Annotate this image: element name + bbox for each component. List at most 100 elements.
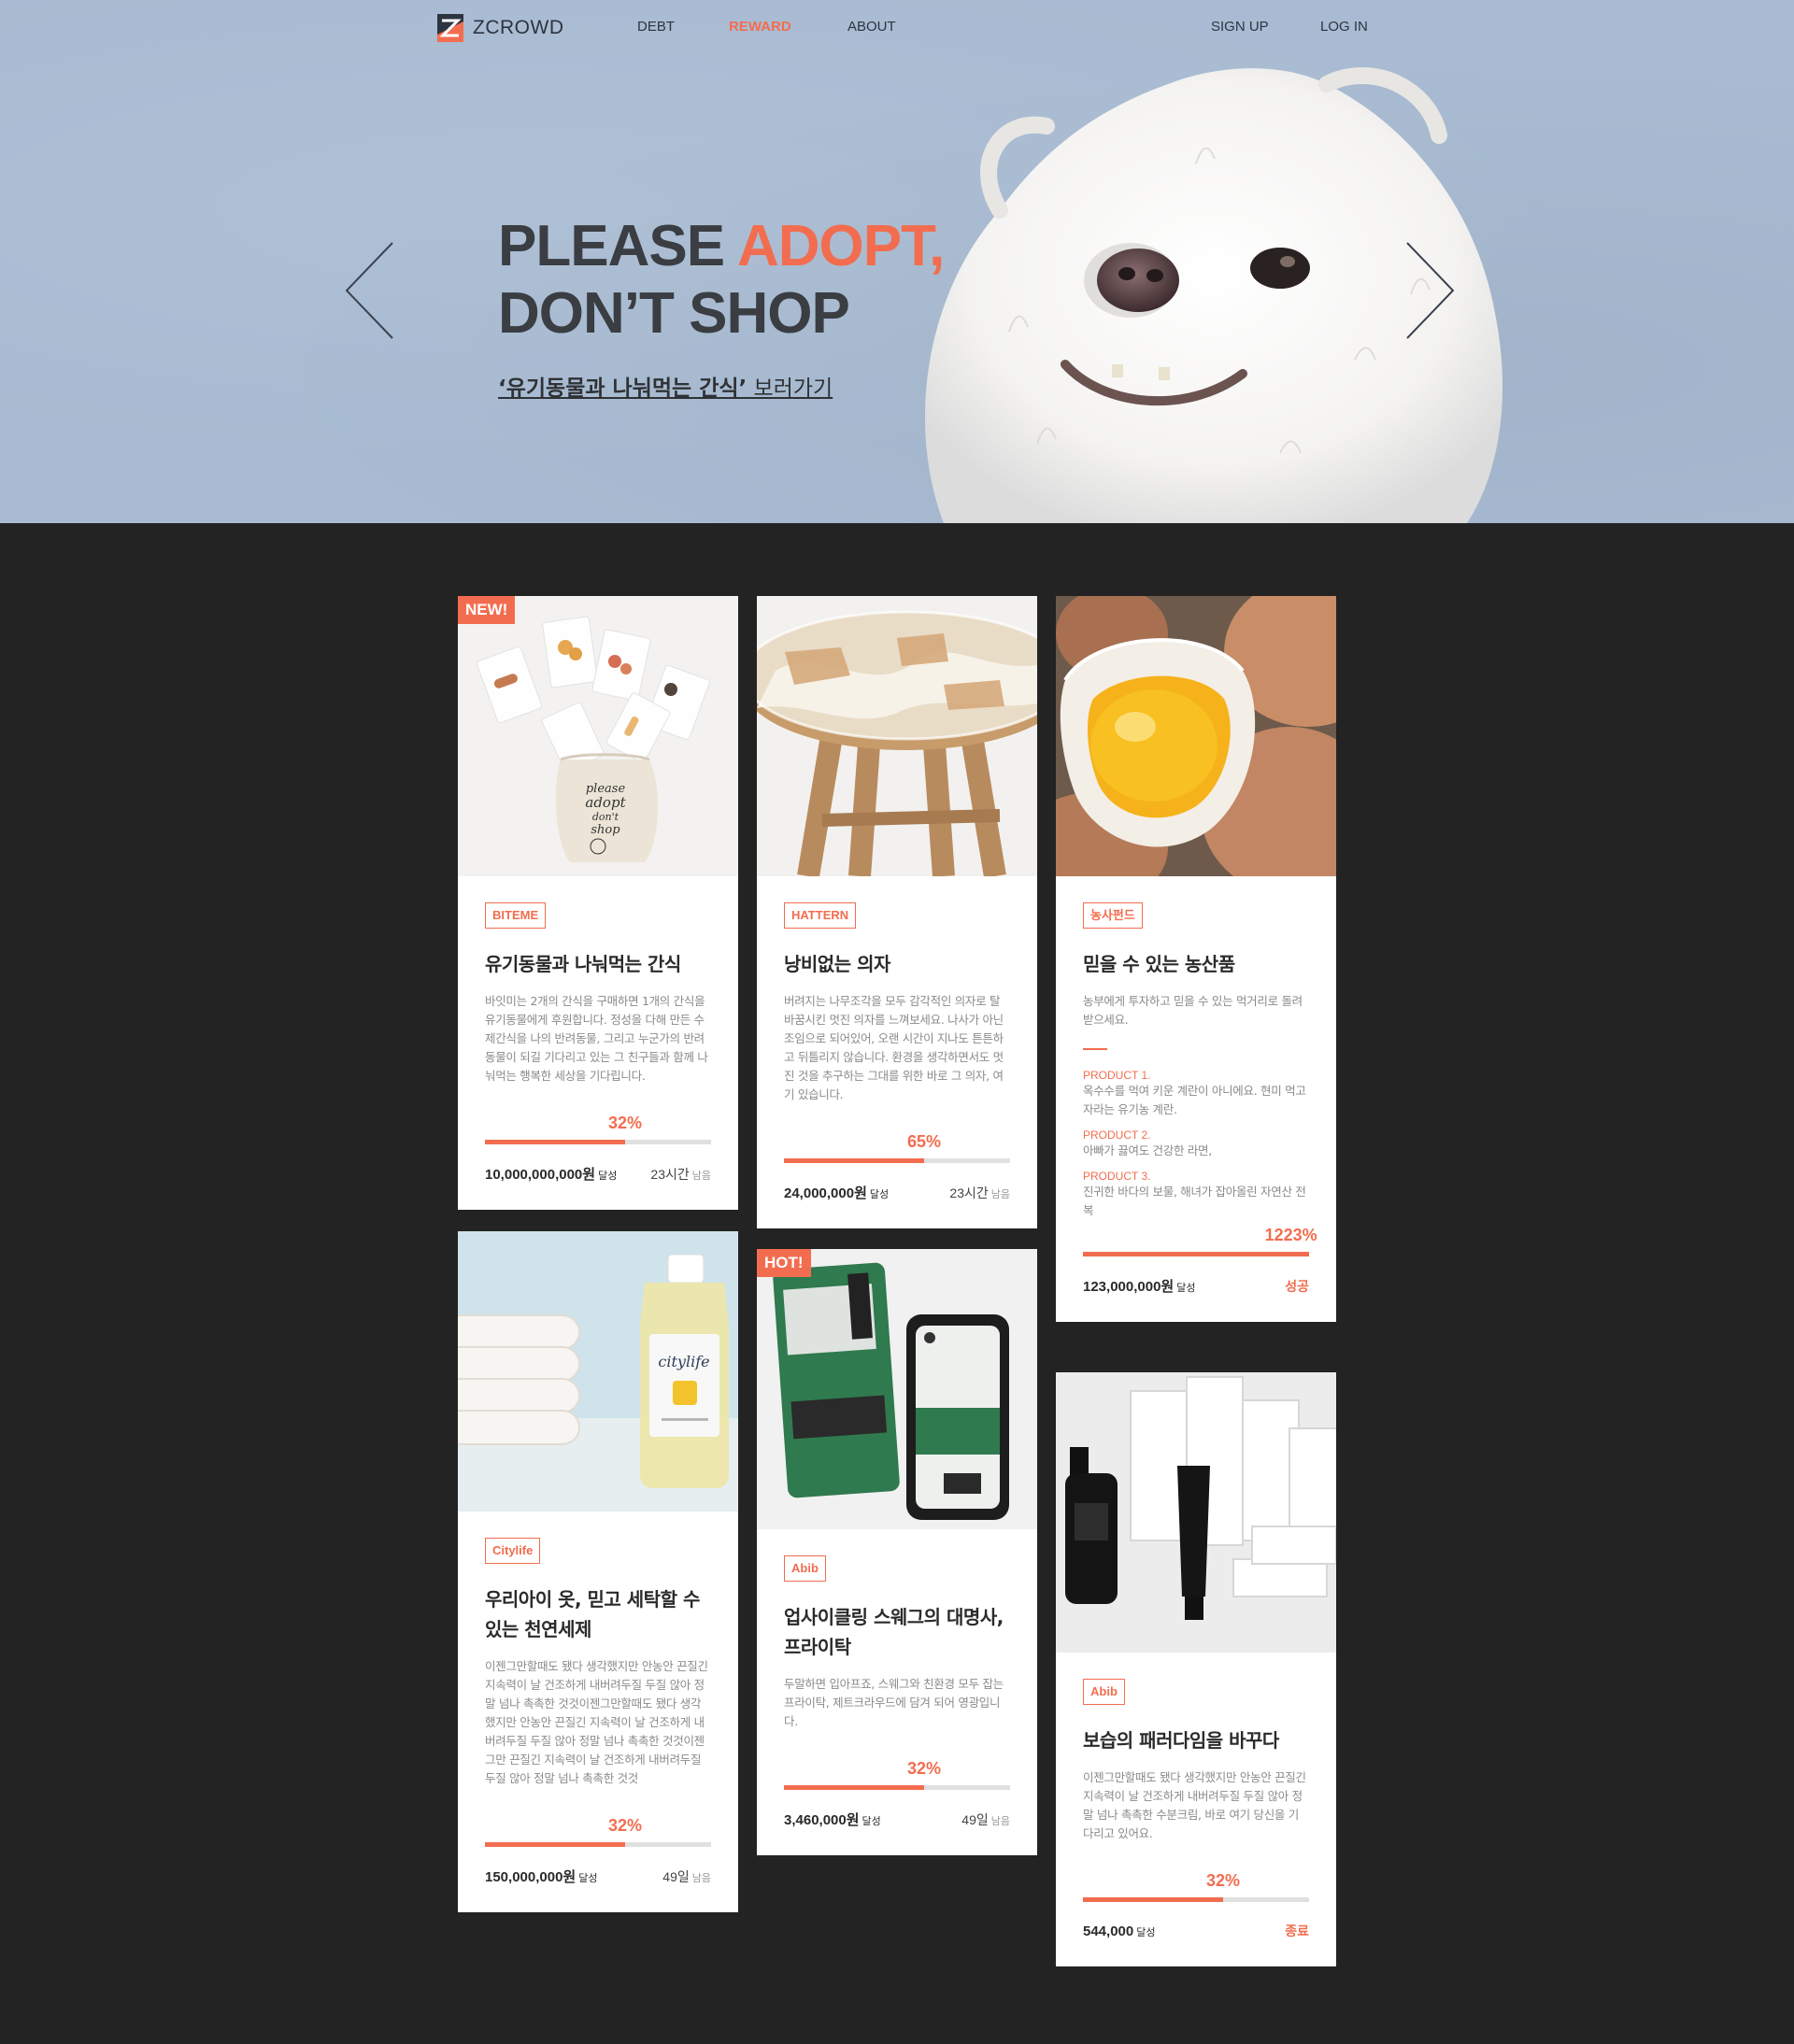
card-description: 바잇미는 2개의 간식을 구매하면 1개의 간식을 유기동물에게 후원합니다. …: [485, 994, 708, 1083]
card-description: 버려지는 나무조각을 모두 감각적인 의자로 탈바꿈시킨 멋진 의자를 느껴보세…: [784, 994, 1004, 1101]
product-label: PRODUCT 3.: [1083, 1170, 1151, 1183]
zcrowd-logo-icon: [437, 14, 463, 42]
product-divider: [1083, 1048, 1107, 1050]
progress-fill: [784, 1785, 925, 1790]
card-image: HOT!: [757, 1249, 1037, 1529]
remain-unit: 남음: [990, 1816, 1010, 1827]
funding-progress: 32%: [485, 1114, 711, 1151]
time-remaining: 49일 남음: [961, 1810, 1010, 1829]
brand-tag: Abib: [784, 1555, 826, 1582]
remain-value: 23시간: [650, 1167, 690, 1182]
card-title: 보습의 패러다임을 바꾸다: [1083, 1729, 1279, 1752]
sign-up-link[interactable]: SIGN UP: [1211, 19, 1269, 35]
card-title: 낭비없는 의자: [784, 953, 890, 975]
nav-link-reward[interactable]: REWARD: [729, 19, 791, 35]
progress-fill: [1083, 1897, 1224, 1902]
funding-amount: 3,460,000원 달성: [784, 1810, 881, 1829]
progress-track: [784, 1785, 1010, 1790]
hero-headline-part: PLEASE: [498, 214, 737, 278]
hero-headline-line2: DON’T SHOP: [498, 281, 850, 346]
progress-track: [1083, 1252, 1309, 1256]
logo[interactable]: ZCROWD: [437, 14, 563, 42]
amount-unit: 달성: [1136, 1927, 1156, 1938]
card-description: 두말하면 입아프죠, 스웨그와 친환경 모두 잡는 프라이탁, 제트크라우드에 …: [784, 1677, 1004, 1728]
funding-amount: 150,000,000원 달성: [485, 1867, 597, 1886]
funding-percent: 32%: [608, 1114, 643, 1132]
amount-value: 3,460,000원: [784, 1812, 860, 1828]
nav-link-about[interactable]: ABOUT: [847, 19, 896, 35]
time-remaining: 49일 남음: [662, 1867, 711, 1886]
card-title: 유기동물과 나눠먹는 간식: [485, 953, 681, 975]
hero-banner: ZCROWD DEBT REWARD ABOUT SIGN UP LOG IN …: [0, 0, 1794, 523]
project-card[interactable]: 농사펀드 믿을 수 있는 농산품 농부에게 투자하고 믿을 수 있는 먹거리로 …: [1056, 596, 1336, 1322]
chevron-right-icon[interactable]: [1403, 241, 1456, 340]
amount-unit: 달성: [861, 1816, 881, 1827]
funding-percent: 32%: [907, 1759, 942, 1778]
card-description: 이젠그만할때도 됐다 생각했지만 안농안 끈질긴 지속력이 날 건조하게 내버려…: [1083, 1770, 1306, 1840]
svg-text:don't: don't: [592, 811, 619, 823]
funding-progress: 65%: [784, 1132, 1010, 1170]
funding-status: 종료: [1285, 1924, 1309, 1939]
progress-track: [485, 1842, 711, 1847]
funding-percent: 1223%: [1264, 1226, 1317, 1244]
time-remaining: 23시간 남음: [650, 1165, 711, 1184]
project-card[interactable]: please adopt don't shop NEW! BITEME 유기동물…: [458, 596, 738, 1210]
remain-value: 49일: [662, 1869, 690, 1884]
progress-track: [485, 1140, 711, 1144]
remain-unit: 남음: [990, 1189, 1010, 1200]
nav-link-debt[interactable]: DEBT: [637, 19, 675, 35]
progress-fill: [784, 1158, 925, 1163]
amount-value: 24,000,000원: [784, 1185, 867, 1201]
product-text: 아빠가 끓여도 건강한 라면,: [1083, 1143, 1212, 1157]
project-card[interactable]: Abib 보습의 패러다임을 바꾸다 이젠그만할때도 됐다 생각했지만 안농안 …: [1056, 1372, 1336, 1966]
remain-value: 49일: [961, 1812, 989, 1827]
card-image: [1056, 1372, 1336, 1653]
remain-unit: 남음: [691, 1171, 711, 1182]
progress-fill: [485, 1140, 626, 1144]
project-card[interactable]: HOT! Abib 업사이클링 스웨그의 대명사, 프라이탁 두말하면 입아프죠…: [757, 1249, 1037, 1855]
product-text: 진귀한 바다의 보물, 해녀가 잡아올린 자연산 전복: [1083, 1185, 1306, 1217]
svg-text:citylife: citylife: [658, 1353, 709, 1370]
amount-unit: 달성: [1176, 1283, 1196, 1294]
amount-unit: 달성: [598, 1171, 618, 1182]
product-label: PRODUCT 1.: [1083, 1069, 1151, 1082]
logo-text: ZCROWD: [473, 17, 564, 38]
hero-cta-link[interactable]: ‘유기동물과 나눠먹는 간식’ 보러가기: [498, 370, 833, 402]
log-in-link[interactable]: LOG IN: [1320, 19, 1368, 35]
card-title: 우리아이 옷, 믿고 세탁할 수있는 천연세제: [485, 1588, 700, 1640]
svg-text:adopt: adopt: [585, 794, 626, 811]
brand-tag: 농사펀드: [1083, 902, 1143, 929]
svg-text:shop: shop: [591, 823, 620, 837]
new-badge: NEW!: [458, 596, 516, 624]
hot-badge: HOT!: [757, 1249, 811, 1277]
progress-fill: [1083, 1252, 1309, 1256]
progress-fill: [485, 1842, 626, 1847]
funding-percent: 32%: [1206, 1871, 1241, 1890]
funding-amount: 544,000 달성: [1083, 1923, 1155, 1939]
funding-amount: 24,000,000원 달성: [784, 1183, 889, 1202]
brand-tag: BITEME: [485, 902, 547, 929]
amount-unit: 달성: [578, 1873, 598, 1884]
funding-percent: 32%: [608, 1816, 643, 1835]
funding-amount: 10,000,000,000원 달성: [485, 1164, 617, 1184]
card-description: 이젠그만할때도 됐다 생각했지만 안농안 끈질긴 지속력이 날 건조하게 내버려…: [485, 1659, 708, 1785]
card-title: 업사이클링 스웨그의 대명사, 프라이탁: [784, 1606, 1004, 1658]
funding-percent: 65%: [907, 1132, 942, 1151]
progress-track: [784, 1158, 1010, 1163]
project-card[interactable]: HATTERN 낭비없는 의자 버려지는 나무조각을 모두 감각적인 의자로 탈…: [757, 596, 1037, 1228]
hero-headline: PLEASE ADOPT, DON’T SHOP: [498, 213, 945, 348]
amount-value: 123,000,000원: [1083, 1279, 1175, 1295]
project-card[interactable]: citylife Citylife 우리아이 옷, 믿고 세탁할 수있는 천연세…: [458, 1231, 738, 1912]
funding-progress: 1223%: [1083, 1226, 1317, 1263]
funding-progress: 32%: [784, 1759, 1010, 1796]
amount-value: 544,000: [1083, 1923, 1134, 1939]
card-description: 농부에게 투자하고 믿을 수 있는 먹거리로 돌려받으세요.: [1083, 994, 1303, 1027]
chevron-left-icon[interactable]: [344, 241, 396, 340]
brand-tag: Citylife: [485, 1538, 541, 1564]
amount-value: 10,000,000,000원: [485, 1167, 596, 1183]
card-image: [1056, 596, 1336, 876]
card-image: [757, 596, 1037, 876]
top-navigation: ZCROWD DEBT REWARD ABOUT SIGN UP LOG IN: [0, 0, 1794, 56]
card-title: 믿을 수 있는 농산품: [1083, 953, 1235, 975]
card-image: citylife: [458, 1231, 738, 1512]
